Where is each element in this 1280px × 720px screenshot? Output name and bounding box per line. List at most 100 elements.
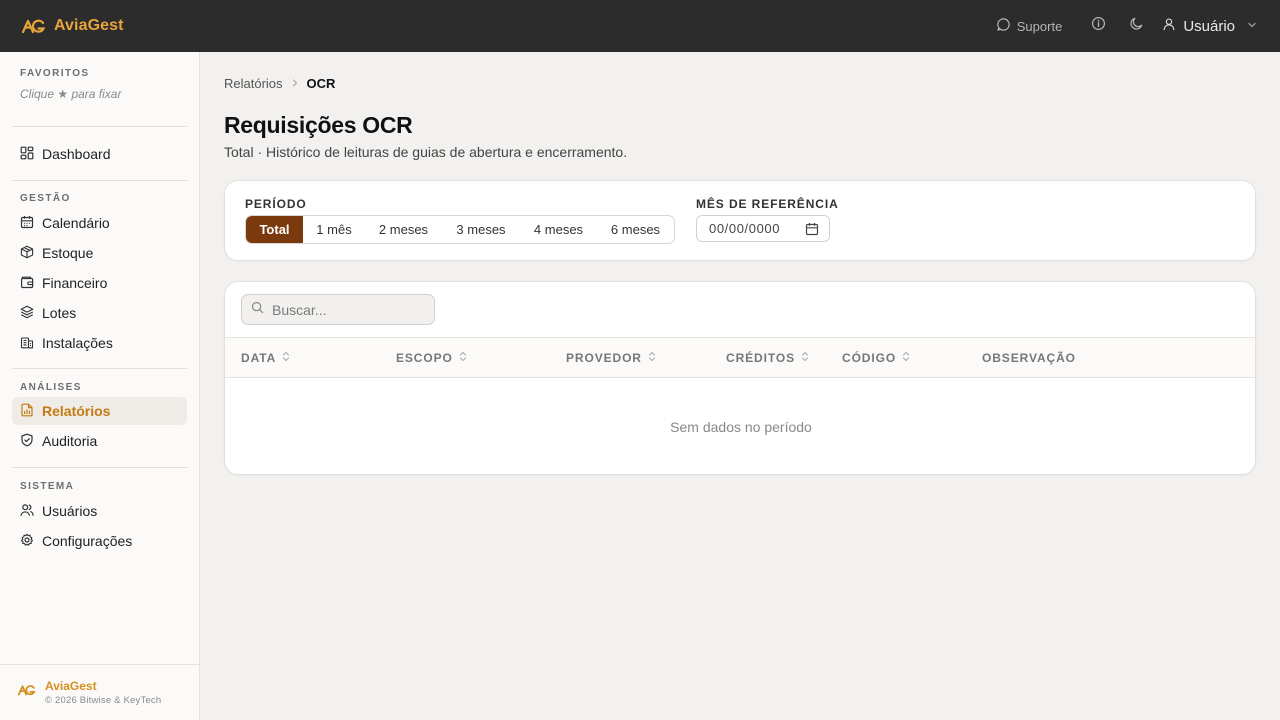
sidebar-item-label: Calendário (42, 215, 110, 231)
sort-icon (902, 351, 910, 365)
sidebar-item-label: Auditoria (42, 433, 98, 449)
dashboard-icon (20, 146, 34, 163)
period-option-4-meses[interactable]: 4 meses (520, 216, 597, 243)
user-label: Usuário (1183, 17, 1235, 35)
sidebar-item-label: Instalações (42, 335, 113, 351)
sidebar-item-label: Relatórios (42, 403, 111, 419)
page-subtitle: Total · Histórico de leituras de guias d… (224, 144, 628, 160)
section-title-gestao: GESTÃO (20, 193, 71, 204)
breadcrumb-current: OCR (306, 76, 336, 91)
column-header-provedor[interactable]: PROVEDOR (566, 351, 656, 365)
info-icon (1091, 16, 1106, 36)
column-header-label: OBSERVAÇÃO (982, 351, 1076, 365)
user-icon (1162, 17, 1176, 35)
sidebar-item-configuracoes[interactable]: Configurações (12, 527, 187, 555)
column-header-label: CÓDIGO (842, 351, 897, 365)
sidebar-item-label: Financeiro (42, 275, 108, 291)
divider (12, 180, 187, 181)
column-header-observacao: OBSERVAÇÃO (982, 351, 1076, 365)
aviagest-logo-icon (17, 683, 36, 702)
period-segmented-control: Total 1 mês 2 meses 3 meses 4 meses 6 me… (245, 215, 675, 244)
moon-icon (1129, 16, 1144, 36)
column-header-label: DATA (241, 351, 277, 365)
sidebar-item-financeiro[interactable]: Financeiro (12, 269, 187, 297)
search-box[interactable] (241, 294, 435, 325)
report-icon (20, 403, 34, 420)
theme-toggle-button[interactable] (1122, 12, 1150, 40)
column-header-escopo[interactable]: ESCOPO (396, 351, 467, 365)
breadcrumb: Relatórios OCR (224, 76, 335, 91)
sidebar-item-dashboard[interactable]: Dashboard (12, 140, 187, 168)
top-bar: AviaGest Suporte Usuário (0, 0, 1280, 52)
column-header-data[interactable]: DATA (241, 351, 290, 365)
aviagest-logo-icon (22, 17, 46, 35)
users-icon (20, 503, 34, 520)
period-option-6-meses[interactable]: 6 meses (597, 216, 674, 243)
column-header-creditos[interactable]: CRÉDITOS (726, 351, 809, 365)
sidebar: FAVORITOS Clique ★ para fixar Dashboard … (0, 52, 200, 720)
reference-month-value: 00/00/0000 (709, 221, 781, 236)
building-icon (20, 335, 34, 352)
sort-icon (801, 351, 809, 365)
box-icon (20, 245, 34, 262)
brand[interactable]: AviaGest (22, 17, 124, 35)
calendar-icon[interactable] (805, 222, 819, 239)
search-input[interactable] (272, 301, 432, 318)
sidebar-item-auditoria[interactable]: Auditoria (12, 427, 187, 455)
sidebar-item-label: Estoque (42, 245, 94, 261)
footer-app-name: AviaGest (45, 679, 97, 693)
sidebar-item-calendario[interactable]: Calendário (12, 209, 187, 237)
sidebar-item-relatorios[interactable]: Relatórios (12, 397, 187, 425)
sidebar-item-instalacoes[interactable]: Instalações (12, 329, 187, 357)
sidebar-item-label: Usuários (42, 503, 98, 519)
filters-card: PERÍODO Total 1 mês 2 meses 3 meses 4 me… (224, 180, 1256, 261)
section-title-sistema: SISTEMA (20, 481, 75, 492)
layers-icon (20, 305, 34, 322)
table-card: DATA ESCOPO PROVEDOR CRÉDITOS CÓDIGO OBS… (224, 281, 1256, 475)
sidebar-item-lotes[interactable]: Lotes (12, 299, 187, 327)
period-option-1-mes[interactable]: 1 mês (303, 216, 365, 243)
sort-icon (459, 351, 467, 365)
shield-check-icon (20, 433, 34, 450)
brand-name: AviaGest (54, 17, 124, 34)
support-button[interactable]: Suporte (996, 17, 1063, 35)
table-header: DATA ESCOPO PROVEDOR CRÉDITOS CÓDIGO OBS… (225, 337, 1255, 378)
divider (12, 126, 187, 127)
column-header-codigo[interactable]: CÓDIGO (842, 351, 910, 365)
period-option-2-meses[interactable]: 2 meses (365, 216, 442, 243)
user-menu[interactable]: Usuário (1162, 17, 1258, 35)
period-option-total[interactable]: Total (246, 216, 303, 243)
info-button[interactable] (1084, 12, 1112, 40)
sort-icon (648, 351, 656, 365)
favorites-title: FAVORITOS (20, 68, 90, 79)
period-label: PERÍODO (245, 197, 307, 211)
sort-icon (282, 351, 290, 365)
page-title: Requisições OCR (224, 112, 413, 138)
message-circle-icon (996, 17, 1011, 35)
sidebar-item-estoque[interactable]: Estoque (12, 239, 187, 267)
breadcrumb-link-relatorios[interactable]: Relatórios (224, 76, 283, 91)
reference-month-label: MÊS DE REFERÊNCIA (696, 197, 839, 211)
sidebar-item-label: Configurações (42, 533, 133, 549)
wallet-icon (20, 275, 34, 292)
chevron-down-icon (1246, 18, 1258, 35)
calendar-icon (20, 215, 34, 232)
period-option-3-meses[interactable]: 3 meses (442, 216, 520, 243)
empty-state-message: Sem dados no período (670, 419, 812, 435)
reference-month-input[interactable]: 00/00/0000 (696, 215, 830, 242)
search-icon (251, 301, 264, 319)
divider (12, 368, 187, 369)
sidebar-item-usuarios[interactable]: Usuários (12, 497, 187, 525)
sidebar-footer: AviaGest © 2026 Bitwise & KeyTech (0, 664, 199, 720)
gear-icon (20, 533, 34, 550)
favorites-hint: Clique ★ para fixar (20, 87, 122, 101)
chevron-right-icon (291, 76, 299, 91)
divider (12, 467, 187, 468)
column-header-label: CRÉDITOS (726, 351, 795, 365)
sidebar-item-label: Dashboard (42, 146, 111, 162)
column-header-label: PROVEDOR (566, 351, 642, 365)
sidebar-item-label: Lotes (42, 305, 77, 321)
main-content: Relatórios OCR Requisições OCR Total · H… (200, 52, 1280, 720)
column-header-label: ESCOPO (396, 351, 453, 365)
support-label: Suporte (1016, 18, 1063, 34)
